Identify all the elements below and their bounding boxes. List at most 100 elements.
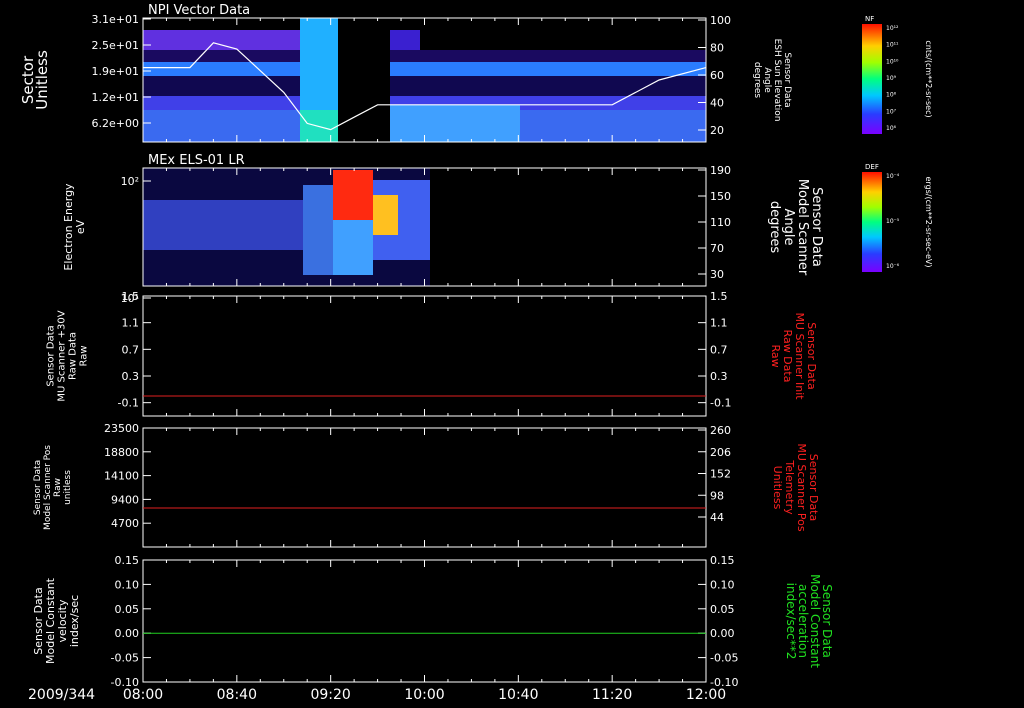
y-tick-label: 0.00 [115, 627, 140, 640]
right-tick-label: 100 [710, 14, 731, 27]
right-tick-label: -0.05 [710, 652, 738, 665]
right-axis-label: degrees [767, 201, 782, 254]
y-tick-label: -0.05 [111, 652, 139, 665]
y-tick-label: 1.2e+01 [92, 91, 139, 104]
right-axis-label: degrees [752, 62, 762, 99]
right-tick-label: 0.7 [710, 343, 728, 356]
y-axis-label: index/sec [68, 595, 81, 647]
colorbar-tick: 10⁶ [886, 125, 897, 132]
y-tick-label: 3.1e+01 [92, 13, 139, 26]
y-axis-label: Model Scanner Pos [43, 445, 53, 530]
time-tick-label: 10:00 [404, 687, 444, 703]
y-tick-label: 2.5e+01 [92, 39, 139, 52]
y-tick-label: 6.2e+00 [92, 117, 139, 130]
right-tick-label: 206 [710, 446, 731, 459]
right-axis-label: Angle [762, 67, 772, 93]
y-tick-label: 0.7 [122, 343, 140, 356]
right-tick-label: 60 [710, 69, 724, 82]
time-tick-label: 08:40 [217, 687, 257, 703]
right-tick-label: 0.15 [710, 554, 735, 567]
y-axis-label: Raw [79, 345, 90, 366]
panel-title: MEx ELS-01 LR [148, 153, 245, 168]
npi-heatmap [143, 18, 706, 142]
els-heatmap [143, 168, 430, 286]
y-tick-label: 14100 [104, 470, 139, 483]
colorbar-unit: ergs/(cm**2-sr-sec-eV) [924, 176, 933, 267]
y-axis-label: unitless [63, 470, 73, 505]
right-tick-label: 110 [710, 216, 731, 229]
right-tick-label: 1.1 [710, 317, 728, 330]
colorbar-tick: 10⁸ [886, 92, 897, 99]
y-tick-label: 1.5 [122, 290, 140, 303]
right-axis-label: index/sec**2 [784, 583, 798, 660]
y-tick-label: 0.05 [115, 603, 140, 616]
right-tick-label: -0.1 [710, 397, 731, 410]
time-tick-label: 09:20 [310, 687, 350, 703]
y-tick-label: 0.10 [115, 578, 140, 591]
right-tick-label: 40 [710, 97, 724, 110]
colorbar [862, 172, 882, 272]
multi-panel-plot: 3.1e+01 2.5e+01 1.9e+01 1.2e+01 6.2e+00 100 80… [19, 3, 933, 703]
y-tick-label: 1.9e+01 [92, 65, 139, 78]
colorbar-label: NF [865, 15, 874, 23]
colorbar-tick: 10¹² [886, 25, 899, 32]
right-tick-label: 0.05 [710, 603, 735, 616]
colorbar-tick: 10¹¹ [886, 42, 899, 49]
time-tick-label: 10:40 [498, 687, 538, 703]
right-axis-label: ESH Sun Elevation [772, 39, 782, 122]
time-tick-label: 11:20 [592, 687, 632, 703]
y-tick-label: 0.15 [115, 554, 140, 567]
right-tick-label: 152 [710, 468, 731, 481]
right-tick-label: 0.3 [710, 370, 728, 383]
colorbar-tick: 10⁹ [886, 75, 897, 82]
colorbar-tick: 10⁻⁵ [886, 218, 900, 225]
right-tick-label: 44 [710, 511, 724, 524]
y-axis-label: Raw [53, 478, 63, 497]
y-tick-label: 9400 [111, 493, 139, 506]
colorbar-tick: 10⁻⁶ [886, 263, 900, 270]
right-axis-label: Angle [781, 209, 796, 246]
y-axis-label: Raw Data [68, 332, 79, 380]
y-tick-label: -0.1 [118, 397, 139, 410]
right-tick-label: 30 [710, 268, 724, 281]
panel-frame [142, 559, 707, 683]
time-tick-label: 12:00 [686, 687, 726, 703]
panel-title: NPI Vector Data [148, 3, 250, 18]
right-tick-label: 80 [710, 42, 724, 55]
time-tick-label: 08:00 [123, 687, 163, 703]
y-axis-label: eV [74, 219, 87, 234]
right-axis-label: Sensor Data [782, 52, 792, 107]
colorbar-label: DEF [865, 163, 879, 171]
right-tick-label: 98 [710, 489, 724, 502]
right-tick-label: 190 [710, 164, 731, 177]
colorbar-unit: cnts/(cm**2-sr-sec) [924, 40, 933, 117]
right-tick-label: 260 [710, 424, 731, 437]
y-tick-label: 4700 [111, 517, 139, 530]
right-tick-label: 0.00 [710, 627, 735, 640]
right-tick-label: 0.10 [710, 578, 735, 591]
right-tick-label: 70 [710, 242, 724, 255]
y-axis-label: Unitless [33, 50, 51, 110]
y-tick-label: 23500 [104, 422, 139, 435]
y-tick-label: 18800 [104, 446, 139, 459]
y-axis-label: Sensor Data [46, 325, 57, 386]
right-axis-label: Unitless [771, 466, 784, 510]
right-axis-label: Model Scanner [795, 179, 810, 276]
colorbar-tick: 10⁻⁴ [886, 173, 900, 180]
y-tick-label: 1.1 [122, 317, 140, 330]
panel-frame [142, 427, 707, 548]
y-axis-label: MU Scanner +30V [57, 310, 68, 401]
colorbar-tick: 10⁷ [886, 108, 897, 115]
right-tick-label: 1.5 [710, 290, 728, 303]
right-axis-label: Sensor Data [809, 187, 824, 267]
colorbar [862, 24, 882, 134]
y-tick-label: 10² [121, 175, 139, 188]
y-axis-label: Sensor Data [33, 460, 43, 515]
date-label: 2009/344 [28, 687, 95, 703]
colorbar-tick: 10¹⁰ [886, 58, 899, 65]
right-tick-label: 20 [710, 124, 724, 137]
panel-frame [142, 295, 707, 417]
right-tick-label: 150 [710, 190, 731, 203]
right-axis-label: Raw [769, 344, 782, 367]
y-tick-label: 0.3 [122, 370, 140, 383]
